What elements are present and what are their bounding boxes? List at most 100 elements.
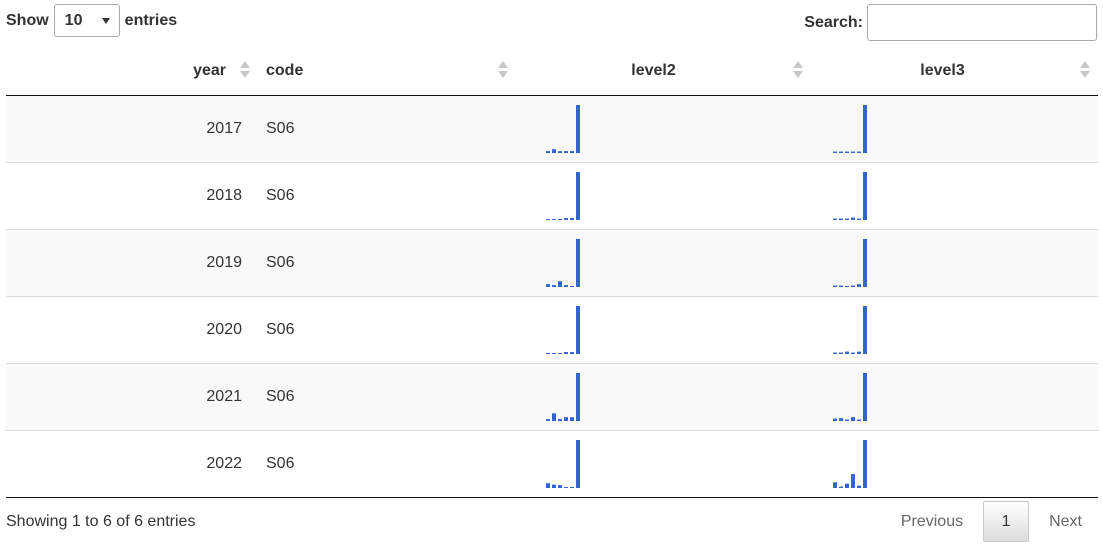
level2-bar	[564, 486, 568, 488]
level3-bar	[863, 305, 867, 354]
level3-sparkline	[833, 104, 867, 153]
level2-bar	[558, 418, 562, 421]
level3-bar	[845, 483, 849, 488]
level2-bar	[558, 150, 562, 153]
next-page-button[interactable]: Next	[1034, 501, 1097, 542]
level3-sparkline	[833, 238, 867, 287]
code-cell: S06	[256, 95, 520, 162]
level2-sparkline	[546, 305, 580, 354]
level2-sparkline-cell	[520, 362, 807, 430]
table-row: 2020 S06	[6, 295, 1098, 363]
level3-bar	[851, 285, 855, 287]
column-header-year-label: year	[193, 62, 226, 80]
level3-bar	[857, 151, 861, 153]
level2-bar	[546, 283, 550, 287]
search-input[interactable]	[867, 4, 1097, 41]
code-cell: S06	[256, 362, 520, 430]
level2-sparkline	[546, 439, 580, 488]
level3-bar	[845, 285, 849, 287]
level3-bar	[839, 417, 843, 421]
level2-bar	[570, 416, 574, 421]
level2-sparkline-cell	[520, 228, 807, 296]
chevron-down-icon	[101, 17, 110, 24]
level3-bar	[857, 283, 861, 287]
table-row: 2018 S06	[6, 161, 1098, 229]
level2-bar	[558, 484, 562, 488]
level3-bar	[851, 217, 855, 220]
level3-bar	[833, 218, 837, 220]
level3-sparkline-cell	[807, 161, 1098, 229]
level2-bar	[552, 218, 556, 220]
entries-label: entries	[124, 11, 178, 29]
level3-sparkline	[833, 171, 867, 220]
sort-icon	[793, 61, 803, 79]
pagination: Previous 1 Next	[886, 501, 1097, 542]
entries-per-page-select[interactable]: 10	[53, 4, 120, 37]
level3-sparkline-cell	[807, 95, 1098, 162]
year-cell: 2022	[6, 429, 256, 498]
year-cell: 2021	[6, 362, 256, 430]
level3-bar	[851, 473, 855, 488]
level2-bar	[552, 148, 556, 153]
previous-page-button[interactable]: Previous	[886, 501, 978, 542]
level2-sparkline-cell	[520, 95, 807, 162]
year-cell: 2018	[6, 161, 256, 229]
level3-bar	[839, 285, 843, 287]
table-info: Showing 1 to 6 of 6 entries	[6, 513, 196, 530]
level3-sparkline-cell	[807, 295, 1098, 363]
level2-bar	[546, 352, 550, 354]
level3-bar	[833, 418, 837, 421]
level2-sparkline	[546, 104, 580, 153]
level2-bar	[564, 284, 568, 287]
code-cell: S06	[256, 429, 520, 498]
level3-bar	[845, 151, 849, 153]
column-header-code[interactable]: code	[256, 48, 520, 96]
table-row: 2019 S06	[6, 228, 1098, 296]
year-cell: 2019	[6, 228, 256, 296]
column-header-level3[interactable]: level3	[807, 48, 1098, 96]
length-control: Show 10 entries	[6, 4, 177, 37]
column-header-level2-label: level2	[631, 62, 676, 80]
level3-bar	[857, 485, 861, 488]
level2-bar	[576, 372, 580, 421]
year-cell: 2017	[6, 95, 256, 162]
header-row: year code level2 level3	[6, 48, 1098, 96]
page-1-button[interactable]: 1	[983, 501, 1030, 542]
level2-sparkline-cell	[520, 161, 807, 229]
level2-sparkline	[546, 372, 580, 421]
level2-bar	[546, 418, 550, 421]
level3-bar	[863, 439, 867, 488]
code-cell: S06	[256, 295, 520, 363]
level2-bar	[552, 284, 556, 287]
level3-bar	[845, 351, 849, 354]
sort-icon	[240, 61, 250, 79]
level3-sparkline	[833, 372, 867, 421]
level3-sparkline	[833, 439, 867, 488]
level3-bar	[839, 352, 843, 354]
column-header-year[interactable]: year	[6, 48, 256, 96]
level2-bar	[576, 104, 580, 153]
column-header-code-label: code	[266, 62, 304, 80]
level2-bar	[564, 150, 568, 153]
table-row: 2021 S06	[6, 362, 1098, 430]
level2-bar	[558, 352, 562, 354]
column-header-level2[interactable]: level2	[520, 48, 807, 96]
level2-bar	[570, 217, 574, 220]
level2-bar	[564, 416, 568, 421]
level3-bar	[833, 285, 837, 287]
level3-sparkline-cell	[807, 228, 1098, 296]
level2-bar	[570, 150, 574, 153]
level3-bar	[863, 372, 867, 421]
level3-bar	[851, 352, 855, 354]
level3-bar	[857, 218, 861, 220]
level2-bar	[552, 412, 556, 421]
level2-bar	[564, 351, 568, 354]
level2-bar	[576, 238, 580, 287]
level2-sparkline	[546, 238, 580, 287]
level2-bar	[570, 285, 574, 287]
code-cell: S06	[256, 228, 520, 296]
level3-bar	[845, 218, 849, 220]
level2-bar	[570, 351, 574, 354]
column-header-level3-label: level3	[920, 62, 965, 80]
code-cell: S06	[256, 161, 520, 229]
